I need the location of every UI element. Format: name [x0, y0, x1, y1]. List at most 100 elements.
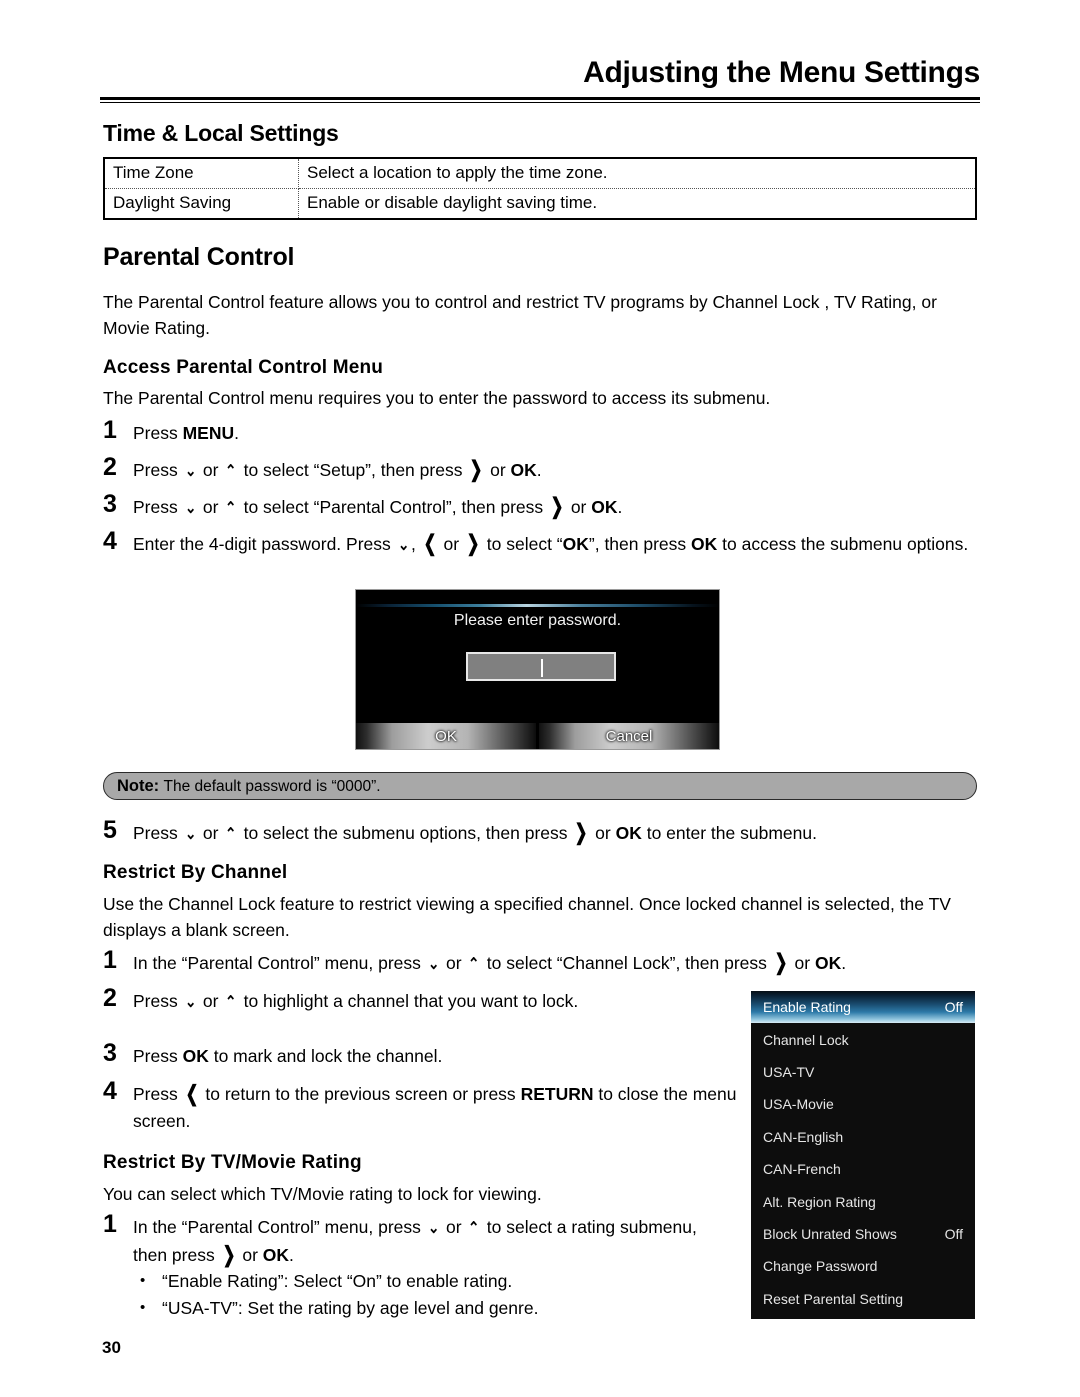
step-text-part: or: [485, 460, 511, 480]
time-local-settings-heading: Time & Local Settings: [103, 120, 339, 146]
menu-item-usa-movie[interactable]: USA-Movie: [751, 1088, 975, 1120]
step-text-part: or: [438, 534, 464, 554]
bullet-text: “Enable Rating”: Select “On” to enable r…: [162, 1271, 513, 1291]
step-number: 1: [103, 946, 117, 974]
step-number: 3: [103, 1039, 117, 1067]
restrict-channel-step-2: 2 Press ⌄ or ⌃ to highlight a channel th…: [103, 986, 723, 1016]
step-text-part: Press: [133, 991, 183, 1011]
menu-item-enable-rating[interactable]: Enable Rating Off: [751, 991, 975, 1024]
menu-item-label: Channel Lock: [763, 1031, 849, 1048]
chevron-right-icon: ❯: [466, 532, 480, 557]
step-text-part: .: [841, 953, 847, 973]
chevron-up-icon: ⌃: [225, 826, 237, 843]
step-text-part: .: [234, 423, 240, 443]
note-text: Note: The default password is “0000”.: [117, 777, 381, 796]
menu-item-alt-region-rating[interactable]: Alt. Region Rating: [751, 1185, 975, 1217]
page-header-title: Adjusting the Menu Settings: [583, 56, 980, 89]
chevron-down-icon: ⌄: [184, 463, 197, 480]
menu-item-label: CAN-English: [763, 1128, 844, 1145]
ok-button[interactable]: OK: [356, 723, 536, 749]
step-text: Press ❮ to return to the previous screen…: [133, 1081, 743, 1134]
menu-item-reset-parental-setting[interactable]: Reset Parental Setting: [751, 1283, 975, 1315]
step-4: 4 Enter the 4-digit password. Press ⌄, ❮…: [103, 529, 973, 559]
step-text-part: Press: [133, 1046, 183, 1066]
header-rule-thin: [100, 102, 980, 103]
note-body: The default password is “0000”.: [163, 777, 381, 795]
step-text-part: or: [789, 953, 815, 973]
menu-item-block-unrated-shows[interactable]: Block Unrated Shows Off: [751, 1218, 975, 1250]
restrict-channel-step-1: 1 In the “Parental Control” menu, press …: [103, 946, 913, 978]
table-row: Time Zone Select a location to apply the…: [105, 159, 975, 189]
menu-item-can-english[interactable]: CAN-English: [751, 1121, 975, 1153]
step-text-part: .: [289, 1245, 294, 1265]
step-text-part: to select “Setup”, then press: [238, 460, 468, 480]
step-text-part: to return to the previous screen or pres…: [200, 1084, 521, 1104]
step-text-part: to enter the submenu.: [641, 823, 817, 843]
chevron-down-icon: ⌄: [427, 1220, 440, 1237]
step-number: 5: [103, 816, 117, 844]
menu-item-label: Reset Parental Setting: [763, 1290, 904, 1307]
chevron-down-icon: ⌄: [427, 956, 440, 973]
header-rule-thick: [100, 97, 980, 100]
ok-button-label: OK: [435, 727, 457, 745]
bullet-icon: •: [140, 1299, 146, 1316]
parental-control-intro: The Parental Control feature allows you …: [103, 292, 937, 338]
password-dialog: Please enter password. OK Cancel: [355, 589, 720, 750]
step-1: 1 Press MENU.: [103, 416, 973, 446]
menu-item-change-password[interactable]: Change Password: [751, 1250, 975, 1282]
restrict-channel-step-3: 3 Press OK to mark and lock the channel.: [103, 1039, 723, 1069]
step-5: 5 Press ⌄ or ⌃ to select the submenu opt…: [103, 816, 973, 848]
cancel-button-label: Cancel: [605, 727, 653, 745]
step-text: Press ⌄ or ⌃ to select “Parental Control…: [133, 494, 622, 522]
parental-control-heading: Parental Control: [103, 243, 295, 271]
note-box: Note: The default password is “0000”.: [103, 772, 977, 800]
menu-item-channel-lock[interactable]: Channel Lock: [751, 1023, 975, 1055]
bullet-icon: •: [140, 1272, 146, 1289]
password-input[interactable]: [466, 652, 616, 681]
bullet-item: • “Enable Rating”: Select “On” to enable…: [140, 1268, 740, 1294]
step-text-part: .: [617, 497, 623, 517]
chevron-up-icon: ⌃: [468, 1220, 480, 1237]
menu-item-label: Block Unrated Shows: [763, 1225, 897, 1242]
chevron-up-icon: ⌃: [225, 994, 237, 1011]
step-text-part: In the “Parental Control” menu, press: [133, 953, 426, 973]
table-cell-description: Select a location to apply the time zone…: [298, 159, 975, 189]
key-ok: OK: [814, 953, 842, 973]
step-text-part: or: [198, 823, 224, 843]
menu-item-label: Alt. Region Rating: [763, 1193, 876, 1210]
step-text-part: In the “Parental Control” menu, press: [133, 1217, 426, 1237]
restrict-rating-step-1: 1 In the “Parental Control” menu, press …: [103, 1212, 723, 1269]
menu-item-label: CAN-French: [763, 1161, 841, 1178]
menu-item-value: Off: [944, 999, 963, 1016]
access-parental-control-intro: The Parental Control menu requires you t…: [103, 388, 771, 408]
step-number: 2: [103, 453, 117, 481]
chevron-down-icon: ⌄: [184, 826, 197, 843]
step-text-part: to highlight a channel that you want to …: [238, 991, 579, 1011]
step-text: Press MENU.: [133, 420, 239, 446]
step-number: 1: [103, 416, 117, 444]
chevron-up-icon: ⌃: [468, 956, 480, 973]
note-label: Note:: [117, 776, 160, 795]
step-text-part: or: [198, 497, 224, 517]
menu-item-can-french[interactable]: CAN-French: [751, 1153, 975, 1185]
cancel-button[interactable]: Cancel: [539, 723, 719, 749]
restrict-by-channel-intro: Use the Channel Lock feature to restrict…: [103, 894, 951, 940]
chevron-right-icon: ❯: [222, 1243, 235, 1268]
step-text-part: or: [441, 1217, 467, 1237]
key-ok: OK: [615, 823, 642, 843]
key-ok: OK: [691, 534, 718, 554]
key-ok: OK: [182, 1046, 209, 1066]
access-parental-control-heading: Access Parental Control Menu: [103, 357, 384, 378]
step-text: Press ⌄ or ⌃ to select the submenu optio…: [133, 820, 817, 848]
table-cell-label: Daylight Saving: [105, 188, 299, 218]
step-text-part: ,: [411, 534, 421, 554]
key-ok: OK: [510, 460, 537, 480]
menu-item-usa-tv[interactable]: USA-TV: [751, 1056, 975, 1088]
text-caret: [541, 659, 543, 677]
chevron-down-icon: ⌄: [184, 500, 197, 517]
step-text: Press ⌄ or ⌃ to highlight a channel that…: [133, 988, 578, 1016]
key-ok: OK: [262, 1245, 290, 1265]
chevron-right-icon: ❯: [574, 821, 588, 846]
chevron-right-icon: ❯: [550, 495, 564, 520]
step-text-part: .: [536, 460, 542, 480]
